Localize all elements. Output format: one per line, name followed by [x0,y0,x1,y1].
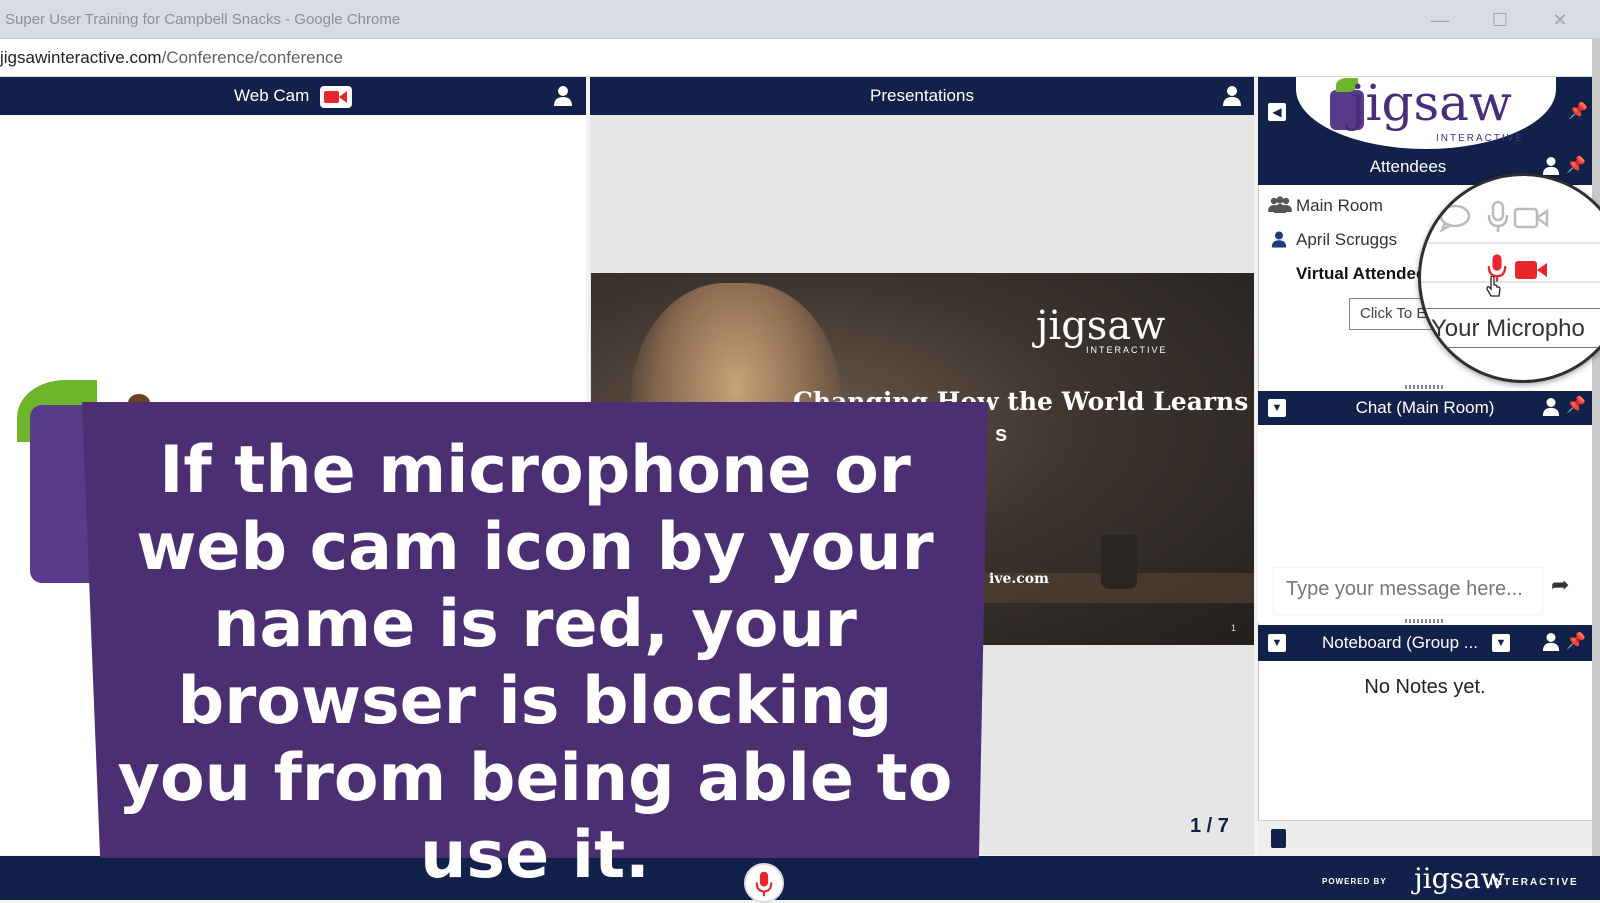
slide-pager: 1 / 7 [1190,815,1229,837]
presentations-panel-header: Presentations [590,77,1254,115]
user-icon[interactable] [1542,156,1560,176]
hand-cursor-icon [1486,276,1501,297]
resize-grip[interactable] [1405,385,1445,389]
maximize-icon[interactable]: ☐ [1488,8,1512,32]
address-bar[interactable]: jigsawinteractive.com/Conference/confere… [0,39,1592,77]
webcam-red-icon[interactable] [320,85,352,108]
chat-input[interactable]: Type your message here... [1274,568,1542,614]
noteboard-empty-text: No Notes yet. [1364,676,1486,698]
brand-logo-sub: INTERACTIVE [1436,133,1525,144]
user-icon[interactable] [1222,85,1242,107]
window-title: Super User Training for Campbell Snacks … [5,11,401,28]
chat-title: Chat (Main Room) [1355,398,1495,417]
pin-icon[interactable]: 📌 [1566,148,1586,184]
noteboard-footer [1258,820,1592,855]
group-dropdown-icon[interactable]: ▼ [1492,634,1510,652]
noteboard-header: ▼ Noteboard (Group ... ▼ 📌 [1258,625,1592,661]
user-icon[interactable] [1542,397,1560,417]
attendee-row-virtual-attendee[interactable]: Virtual Attendee [1296,264,1425,284]
slide-logo: jigsaw INTERACTIVE [1036,303,1168,355]
attendee-row-main-room[interactable]: Main Room [1296,196,1383,216]
brand-logo: jigsaw [1350,74,1512,132]
resize-grip[interactable] [1405,619,1445,623]
slide-page-mark: 1 [1231,623,1237,633]
attendees-title: Attendees [1369,157,1447,176]
powered-by-label: POWERED BY [1322,877,1387,886]
slide-website: ive.com [989,571,1049,587]
url-text[interactable]: jigsawinteractive.com/Conference/confere… [0,48,343,68]
microphone-icon[interactable] [1487,200,1509,234]
collapse-left-icon[interactable]: ◀ [1268,103,1286,121]
app-window: Super User Training for Campbell Snacks … [0,0,1600,903]
noteboard-title: Noteboard (Group ... [1322,633,1478,652]
webcam-panel-header: Web Cam [0,77,586,115]
chat-bubble-icon[interactable] [1439,204,1471,232]
attendee-row-april-scruggs[interactable]: April Scruggs [1296,230,1397,250]
footer-logo-sub: INTERACTIVE [1490,877,1579,888]
pin-icon[interactable]: 📌 [1568,101,1588,121]
pin-icon[interactable]: 📌 [1566,624,1586,660]
user-icon [1271,231,1287,248]
caption-text: If the microphone or web cam icon by you… [117,433,953,893]
row-divider [1421,242,1600,244]
clipboard-add-icon[interactable] [1271,829,1286,848]
chat-header: ▼ Chat (Main Room) 📌 [1258,391,1592,425]
send-icon[interactable]: ➦ [1551,572,1569,598]
row-divider [1421,281,1600,283]
collapse-chevron-icon[interactable]: ▼ [1268,634,1286,652]
user-icon[interactable] [553,85,573,107]
user-icon[interactable] [1542,632,1560,652]
close-icon[interactable]: ✕ [1548,8,1572,32]
microphone-tooltip: Your Micropho [1421,308,1600,348]
collapse-chevron-icon[interactable]: ▼ [1268,399,1286,417]
webcam-icon[interactable] [1513,206,1549,230]
slide-photo-cup [1101,535,1137,589]
webcam-panel-title: Web Cam [234,86,310,105]
webcam-blocked-red-icon[interactable] [1513,258,1549,282]
window-scrollbar[interactable] [1592,39,1600,900]
group-icon [1268,196,1292,213]
title-bar: Super User Training for Campbell Snacks … [0,0,1600,39]
presentations-panel-title: Presentations [870,86,974,105]
slide-headline-line2: s [995,421,1008,446]
minimize-icon[interactable]: — [1428,8,1452,32]
pin-icon[interactable]: 📌 [1566,389,1586,423]
